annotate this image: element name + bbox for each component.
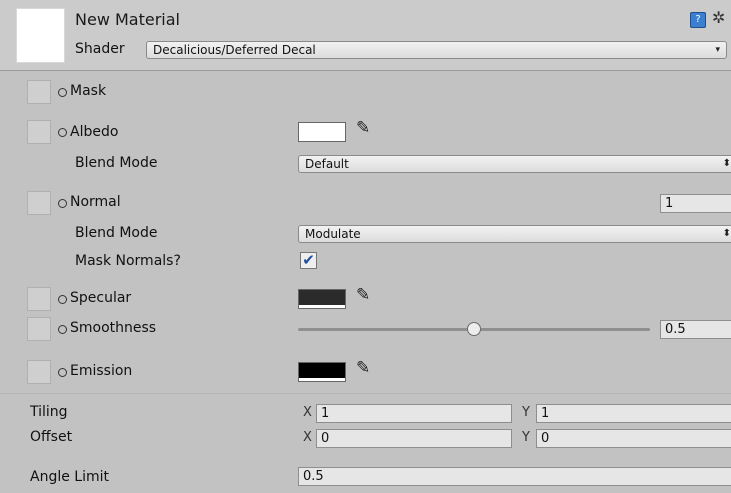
tiling-x-field[interactable]: 1 — [316, 404, 512, 423]
albedo-blend-mode-value: Default — [305, 157, 349, 171]
smoothness-value-field[interactable]: 0.5 — [660, 320, 731, 339]
angle-limit-field[interactable]: 0.5 — [298, 467, 731, 486]
book-help-icon[interactable]: ? — [690, 12, 706, 28]
normal-label: Normal — [70, 194, 121, 210]
tiling-x-axis-label: X — [303, 405, 312, 420]
texture-picker-circle-icon[interactable] — [58, 368, 67, 377]
eyedropper-icon[interactable]: ✎ — [356, 118, 370, 138]
offset-y-field[interactable]: 0 — [536, 429, 731, 448]
chevron-down-icon: ▾ — [715, 45, 720, 55]
texture-picker-circle-icon[interactable] — [58, 325, 67, 334]
normal-scale-field[interactable]: 1 — [660, 194, 731, 213]
alpha-bar — [299, 378, 345, 381]
material-name: New Material — [75, 10, 180, 29]
mask-normals-checkbox[interactable]: ✔ — [300, 252, 317, 269]
offset-x-field[interactable]: 0 — [316, 429, 512, 448]
normal-blend-mode-value: Modulate — [305, 227, 361, 241]
texture-picker-circle-icon[interactable] — [58, 295, 67, 304]
eyedropper-icon[interactable]: ✎ — [356, 285, 370, 305]
material-preview-thumbnail[interactable] — [16, 8, 65, 63]
mask-normals-label: Mask Normals? — [75, 253, 181, 269]
tiling-y-axis-label: Y — [522, 405, 530, 420]
normal-texture-slot[interactable] — [27, 191, 51, 215]
smoothness-slider-thumb[interactable] — [467, 322, 481, 336]
shader-value: Decalicious/Deferred Decal — [153, 43, 316, 57]
mask-texture-slot[interactable] — [27, 80, 51, 104]
smoothness-texture-slot[interactable] — [27, 317, 51, 341]
tiling-label: Tiling — [30, 404, 68, 420]
smoothness-label: Smoothness — [70, 320, 157, 336]
specular-color-swatch[interactable] — [298, 289, 346, 309]
normal-blend-mode-label: Blend Mode — [75, 225, 158, 241]
offset-x-axis-label: X — [303, 430, 312, 445]
updown-arrow-icon: ⬍ — [722, 228, 731, 239]
albedo-label: Albedo — [70, 124, 119, 140]
eyedropper-icon[interactable]: ✎ — [356, 358, 370, 378]
albedo-color-swatch[interactable] — [298, 122, 346, 142]
albedo-texture-slot[interactable] — [27, 120, 51, 144]
specular-label: Specular — [70, 290, 132, 306]
emission-texture-slot[interactable] — [27, 360, 51, 384]
alpha-bar — [299, 138, 345, 141]
updown-arrow-icon: ⬍ — [722, 158, 731, 169]
emission-color-swatch[interactable] — [298, 362, 346, 382]
angle-limit-label: Angle Limit — [30, 469, 109, 485]
mask-label: Mask — [70, 83, 107, 99]
texture-picker-circle-icon[interactable] — [58, 128, 67, 137]
offset-label: Offset — [30, 429, 73, 445]
gear-icon[interactable]: ✲ — [712, 8, 725, 27]
shader-dropdown[interactable]: Decalicious/Deferred Decal ▾ — [146, 41, 727, 59]
offset-y-axis-label: Y — [522, 430, 530, 445]
alpha-bar — [299, 305, 345, 308]
albedo-blend-mode-dropdown[interactable]: Default ⬍ — [298, 155, 731, 173]
texture-picker-circle-icon[interactable] — [58, 88, 67, 97]
normal-blend-mode-dropdown[interactable]: Modulate ⬍ — [298, 225, 731, 243]
section-divider — [0, 393, 731, 394]
specular-texture-slot[interactable] — [27, 287, 51, 311]
texture-picker-circle-icon[interactable] — [58, 199, 67, 208]
albedo-blend-mode-label: Blend Mode — [75, 155, 158, 171]
material-header: New Material Shader Decalicious/Deferred… — [0, 0, 731, 71]
emission-label: Emission — [70, 363, 133, 379]
shader-label: Shader — [75, 41, 125, 57]
tiling-y-field[interactable]: 1 — [536, 404, 731, 423]
